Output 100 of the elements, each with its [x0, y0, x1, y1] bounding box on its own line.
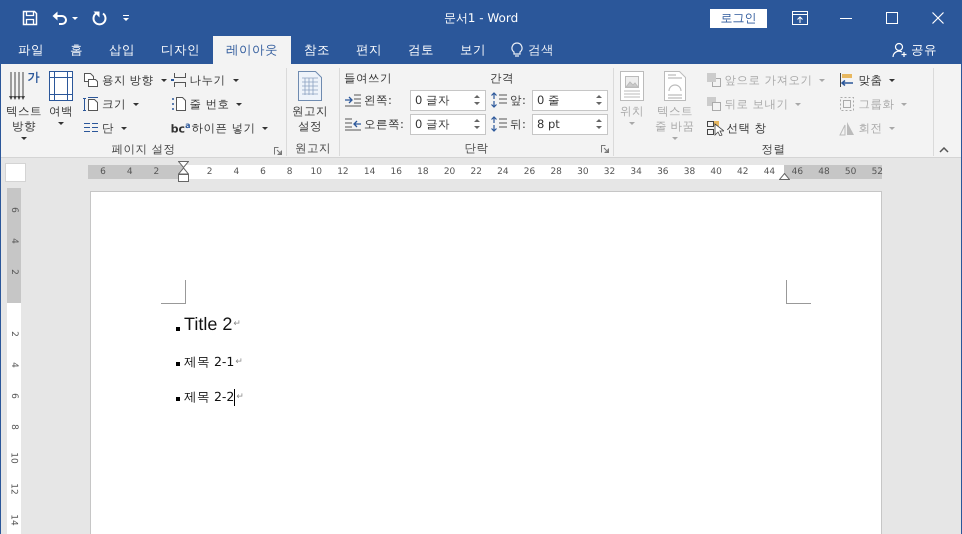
undo-icon[interactable] [52, 10, 68, 26]
group-icon [839, 96, 856, 112]
caret-icon[interactable] [21, 137, 27, 140]
ruler-number: 6 [260, 167, 266, 177]
caret-icon[interactable] [232, 78, 239, 82]
collapse-ribbon-icon[interactable] [939, 147, 949, 153]
ribbon-button[interactable]: 원고지 설정 [289, 68, 331, 136]
indent-marker-icon[interactable] [178, 161, 189, 185]
caret-icon[interactable] [262, 126, 268, 130]
caret-icon[interactable] [58, 122, 64, 125]
share-button[interactable]: 공유 [892, 36, 937, 64]
ribbon-tab[interactable]: 참조 [291, 36, 343, 64]
ruler-number: 22 [470, 167, 482, 177]
ruler-number: 46 [792, 167, 804, 177]
ruler-number: 10 [9, 452, 19, 464]
ribbon-button[interactable]: 여백 [45, 68, 77, 127]
spin-arrows-icon[interactable] [473, 92, 481, 108]
ruler-number: 10 [310, 167, 322, 177]
login-button[interactable]: 로그인 [710, 8, 767, 28]
spin-arrows-icon[interactable] [595, 92, 603, 108]
customize-menu-icon[interactable] [122, 13, 130, 23]
field-label: 왼쪽: [364, 92, 393, 108]
ruler-number: 52 [872, 167, 884, 177]
spin-field[interactable]: 0 글자 [410, 114, 486, 134]
close-icon[interactable] [932, 12, 944, 24]
person-add-icon [892, 42, 908, 58]
paragraph-text: Title 2 [184, 314, 232, 334]
picture-frame-icon [619, 70, 645, 102]
ribbon-button[interactable]: bc$^{a}$ 하이픈 넣기 [170, 117, 268, 139]
paragraph-mark: ↵ [233, 319, 241, 329]
ruler-number: 36 [657, 167, 669, 177]
ribbon-button[interactable]: 용지 방향 [83, 69, 167, 91]
ruler-number: 2 [9, 331, 19, 337]
group-label: 페이지 설정 [112, 142, 176, 157]
grid-paper-icon [296, 70, 324, 102]
window-title: 문서1 - Word [444, 10, 518, 26]
spin-arrows-icon[interactable] [595, 116, 603, 132]
spin-field[interactable]: 0 줄 [532, 90, 608, 110]
ribbon-tab[interactable]: 검토 [395, 36, 447, 64]
ribbon-button[interactable]: 맞춤 [839, 69, 908, 91]
ruler-number: 50 [844, 167, 856, 177]
ruler-number: 44 [764, 167, 776, 177]
ruler-number: 6 [9, 393, 19, 399]
ribbon-display-options-icon[interactable] [792, 11, 808, 25]
dialog-launcher-icon[interactable] [601, 145, 609, 153]
ribbon-tab[interactable]: 홈 [57, 36, 96, 64]
paragraph-bullet [176, 362, 180, 366]
ribbon-tab[interactable]: 삽입 [96, 36, 148, 64]
ruler-number: 6 [9, 207, 19, 213]
ruler-number: 42 [737, 167, 748, 177]
caret-icon[interactable] [889, 78, 896, 82]
caret-icon[interactable] [236, 102, 242, 106]
ribbon-tab[interactable]: 편지 [343, 36, 395, 64]
save-icon[interactable] [22, 10, 38, 26]
spacing-after-icon [490, 116, 508, 132]
lightbulb-icon [511, 42, 523, 58]
spin-field[interactable]: 0 글자 [410, 90, 486, 110]
ribbon-tab[interactable]: 레이아웃 [213, 36, 291, 64]
ruler-number: 28 [550, 167, 562, 177]
paragraph-text: 제목 2-2 [184, 388, 234, 406]
ribbon-button[interactable]: 가 텍스트 방향 [3, 68, 45, 142]
right-indent-marker-icon[interactable] [779, 173, 790, 180]
text-wrap-icon [662, 70, 688, 102]
search-button[interactable]: 검색 [511, 36, 554, 64]
ribbon-tab[interactable]: 디자인 [148, 36, 213, 64]
maximize-icon[interactable] [886, 12, 898, 24]
ribbon-tab[interactable]: 보기 [447, 36, 499, 64]
dialog-launcher-icon[interactable] [274, 147, 282, 155]
group-label: 단락 [464, 140, 488, 156]
ribbon-button[interactable]: 나누기 [170, 69, 268, 91]
ribbon-tab[interactable]: 파일 [5, 36, 57, 64]
ruler-number: 12 [9, 483, 19, 495]
indent-right-icon [344, 117, 362, 131]
ribbon-button[interactable]: 선택 창 [706, 117, 826, 139]
margins-icon [48, 70, 74, 102]
ruler-number: 4 [233, 167, 240, 177]
ruler-number: 6 [100, 167, 106, 177]
bring-forward-icon [706, 72, 722, 88]
caret-icon[interactable] [133, 102, 139, 106]
paragraph-mark: ↵ [235, 357, 243, 367]
ruler-number: 8 [9, 424, 19, 430]
redo-icon[interactable] [92, 10, 108, 26]
ruler-number: 4 [126, 167, 133, 177]
ruler-number: 34 [630, 167, 642, 177]
caret-icon[interactable] [121, 126, 127, 130]
selection-pane-icon [706, 120, 724, 136]
ruler-number: 48 [818, 167, 830, 177]
ribbon-button[interactable]: 단 [83, 117, 167, 139]
ribbon-button[interactable]: 줄 번호 [170, 93, 268, 115]
spin-field[interactable]: 8 pt [532, 114, 608, 134]
paragraph-bullet [176, 397, 180, 401]
page-break-icon [170, 72, 187, 88]
group-label: 원고지 [295, 140, 331, 156]
caret-icon[interactable] [160, 78, 167, 82]
group-label: 정렬 [762, 142, 786, 157]
ruler-number: 16 [390, 167, 402, 177]
ruler-number: 26 [524, 167, 536, 177]
spin-arrows-icon[interactable] [473, 116, 481, 132]
ribbon-button[interactable]: 크기 [83, 93, 167, 115]
ruler-number: 8 [286, 167, 292, 177]
